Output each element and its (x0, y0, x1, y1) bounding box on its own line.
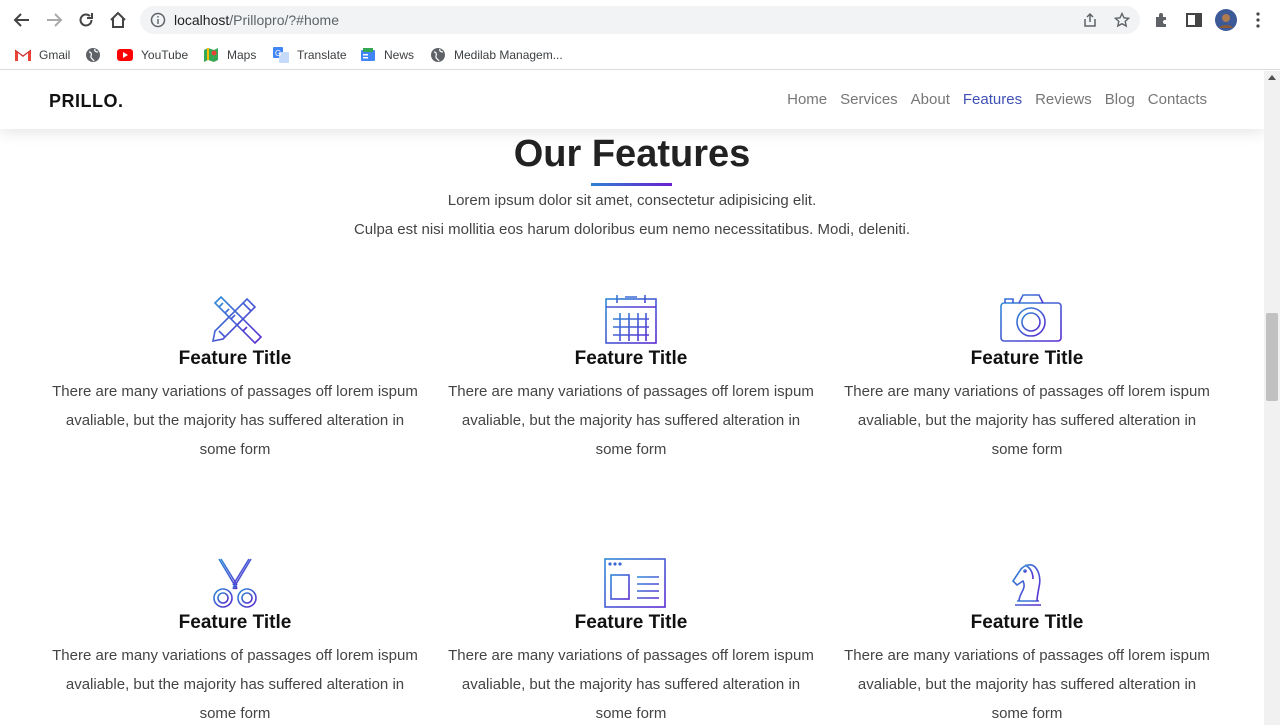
main-nav: Home Services About Features Reviews Blo… (774, 90, 1207, 110)
maps-icon (203, 47, 219, 63)
scroll-up-arrow-icon[interactable] (1268, 75, 1276, 80)
feature-desc-line3: some form (991, 441, 1063, 458)
section-subtitle-line2: Culpa est nisi mollitia eos harum dolori… (353, 221, 911, 238)
browser-toolbar: localhost/Prillopro/?#home (0, 0, 1280, 40)
title-underline (591, 183, 672, 186)
nav-home[interactable]: Home (787, 90, 827, 110)
url-path: /Prillopro/?#home (229, 12, 339, 28)
feature-desc-line1: There are many variations of passages of… (844, 383, 1210, 400)
bookmark-label: Medilab Managem... (454, 48, 563, 62)
bookmark-label: Maps (227, 48, 257, 62)
page-viewport: PRILLO. Home Services About Features Rev… (0, 71, 1264, 725)
nav-about[interactable]: About (911, 90, 950, 110)
camera-icon (999, 293, 1062, 345)
bookmark-youtube[interactable]: YouTube (117, 45, 188, 65)
bookmark-medilab[interactable]: Medilab Managem... (430, 45, 563, 65)
url-host: localhost (174, 12, 230, 28)
site-logo[interactable]: PRILLO. (49, 91, 124, 112)
scissors-icon (207, 557, 263, 609)
calendar-icon (603, 293, 659, 345)
news-icon (360, 47, 376, 63)
reload-icon[interactable] (74, 8, 98, 32)
back-icon[interactable] (10, 8, 34, 32)
browser-window-icon (603, 557, 666, 609)
feature-title: Feature Title (178, 612, 292, 633)
svg-text:G: G (275, 49, 281, 58)
gmail-icon (15, 47, 31, 63)
nav-blog[interactable]: Blog (1105, 90, 1135, 110)
nav-reviews[interactable]: Reviews (1035, 90, 1092, 110)
nav-contacts[interactable]: Contacts (1148, 90, 1207, 110)
bookmarks-bar: Gmail YouTube Maps G Translate News Medi… (0, 40, 1280, 70)
scrollbar-thumb[interactable] (1266, 313, 1278, 401)
feature-desc-line2: avaliable, but the majority has suffered… (65, 412, 405, 429)
bookmark-label: Translate (297, 48, 347, 62)
feature-title: Feature Title (574, 612, 688, 633)
section-title: Our Features (513, 133, 751, 175)
side-panel-icon[interactable] (1182, 8, 1206, 32)
nav-features[interactable]: Features (963, 90, 1022, 110)
feature-desc-line3: some form (199, 705, 271, 722)
feature-desc-line3: some form (991, 705, 1063, 722)
bookmark-news[interactable]: News (360, 45, 414, 65)
nav-services[interactable]: Services (840, 90, 898, 110)
globe-icon (85, 47, 101, 63)
feature-desc-line1: There are many variations of passages of… (844, 647, 1210, 664)
browser-menu-icon[interactable] (1246, 8, 1270, 32)
feature-title: Feature Title (970, 348, 1084, 369)
site-info-icon[interactable] (150, 12, 166, 28)
bookmark-translate[interactable]: G Translate (273, 45, 347, 65)
bookmark-label: Gmail (39, 48, 71, 62)
feature-title: Feature Title (970, 612, 1084, 633)
feature-title: Feature Title (574, 348, 688, 369)
design-tools-icon (207, 293, 263, 345)
site-header: PRILLO. Home Services About Features Rev… (0, 71, 1264, 129)
forward-icon[interactable] (42, 8, 66, 32)
section-subtitle-line1: Lorem ipsum dolor sit amet, consectetur … (447, 192, 817, 209)
bookmark-maps[interactable]: Maps (203, 45, 256, 65)
url-text: localhost/Prillopro/?#home (174, 12, 339, 28)
feature-desc-line1: There are many variations of passages of… (52, 647, 418, 664)
feature-desc-line2: avaliable, but the majority has suffered… (857, 676, 1197, 693)
bookmark-globe[interactable] (85, 45, 109, 65)
youtube-icon (117, 47, 133, 63)
feature-desc-line2: avaliable, but the majority has suffered… (461, 676, 801, 693)
feature-desc-line1: There are many variations of passages of… (448, 647, 814, 664)
globe-icon (430, 47, 446, 63)
chess-knight-icon (999, 557, 1055, 609)
bookmark-star-icon[interactable] (1113, 11, 1131, 28)
feature-title: Feature Title (178, 348, 292, 369)
share-icon[interactable] (1082, 12, 1098, 28)
home-icon[interactable] (106, 8, 130, 32)
feature-desc-line2: avaliable, but the majority has suffered… (461, 412, 801, 429)
extensions-icon[interactable] (1150, 8, 1174, 32)
profile-avatar[interactable] (1214, 8, 1238, 32)
feature-desc-line1: There are many variations of passages of… (52, 383, 418, 400)
feature-desc-line1: There are many variations of passages of… (448, 383, 814, 400)
bookmark-label: YouTube (141, 48, 189, 62)
feature-desc-line3: some form (595, 441, 667, 458)
feature-desc-line3: some form (199, 441, 271, 458)
feature-desc-line2: avaliable, but the majority has suffered… (857, 412, 1197, 429)
feature-desc-line2: avaliable, but the majority has suffered… (65, 676, 405, 693)
translate-icon: G (273, 47, 289, 63)
bookmark-label: News (384, 48, 415, 62)
address-bar[interactable]: localhost/Prillopro/?#home (140, 6, 1140, 34)
bookmark-gmail[interactable]: Gmail (15, 45, 70, 65)
feature-desc-line3: some form (595, 705, 667, 722)
page-scrollbar[interactable] (1264, 71, 1280, 725)
